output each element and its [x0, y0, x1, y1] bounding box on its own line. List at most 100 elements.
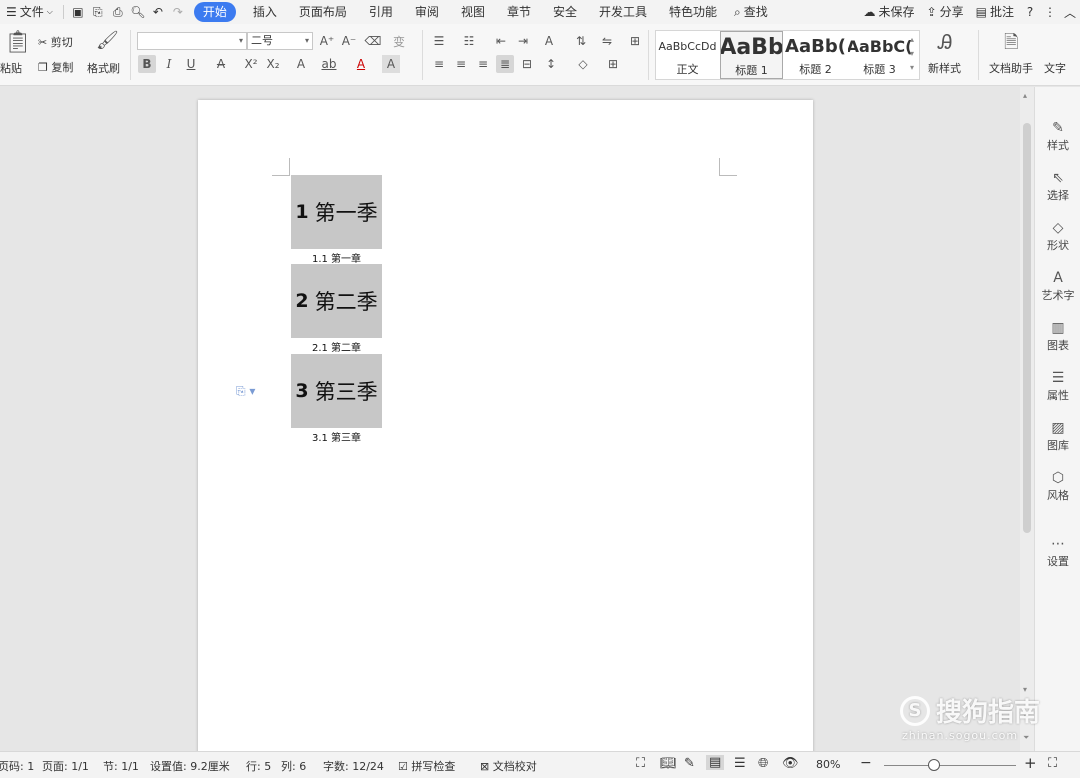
char-shading-icon[interactable]: A — [382, 55, 400, 73]
sub-heading-2[interactable]: 2.1 第二章 — [291, 339, 382, 354]
print-preview-icon[interactable]: 🔍︎ — [128, 2, 148, 22]
spell-check-button[interactable]: ☑ 拼写检查 — [398, 758, 455, 774]
fit-page-icon[interactable]: ⛶ — [1048, 756, 1057, 771]
help-icon[interactable]: ? — [1020, 2, 1040, 22]
highlight-icon[interactable]: ab — [320, 55, 338, 73]
strikethrough-icon[interactable]: A — [212, 55, 230, 73]
fullscreen-icon[interactable]: ⛶ — [636, 756, 645, 771]
status-col[interactable]: 列: 6 — [281, 758, 306, 774]
tab-security[interactable]: 安全 — [542, 2, 588, 22]
style-normal[interactable]: AaBbCcDd 正文 — [656, 31, 719, 79]
font-color-icon[interactable]: A — [352, 55, 370, 73]
superscript-icon[interactable]: X² — [242, 55, 260, 73]
align-right-icon[interactable]: ≡ — [474, 55, 492, 73]
taskpane-select[interactable]: ⇖ 选择 — [1035, 169, 1080, 203]
undo-icon[interactable]: ↶ — [148, 2, 168, 22]
save-icon[interactable]: ▣ — [68, 2, 88, 22]
style-heading-1[interactable]: AaBb 标题 1 — [720, 31, 783, 79]
paste-icon[interactable]: 📋︎ — [4, 30, 32, 55]
phonetic-icon[interactable]: 变 — [390, 32, 408, 50]
align-left-icon[interactable]: ≡ — [430, 55, 448, 73]
bullet-list-icon[interactable]: ☰ — [430, 32, 448, 50]
write-mode-icon[interactable]: ✎ — [684, 756, 695, 771]
taskpane-gallery[interactable]: ▨ 图库 — [1035, 419, 1080, 453]
taskpane-styles[interactable]: ✎ 样式 — [1035, 119, 1080, 153]
unsaved-button[interactable]: ☁ 未保存 — [858, 2, 921, 22]
tab-view[interactable]: 视图 — [450, 2, 496, 22]
collapse-ribbon-icon[interactable]: ︿ — [1060, 2, 1080, 22]
taskpane-theme[interactable]: ⬡ 风格 — [1035, 469, 1080, 503]
format-painter-button[interactable]: 格式刷 — [87, 60, 120, 76]
comment-button[interactable]: ▤ 批注 — [970, 2, 1020, 22]
tab-special-features[interactable]: 特色功能 — [658, 2, 728, 22]
status-setting[interactable]: 设置值: 9.2厘米 — [150, 758, 230, 774]
line-spacing-icon[interactable]: ↕ — [542, 55, 560, 73]
increase-indent-icon[interactable]: ⇥ — [514, 32, 532, 50]
decrease-indent-icon[interactable]: ⇤ — [492, 32, 510, 50]
heading-2[interactable]: 2 第二季 — [291, 264, 382, 338]
sub-heading-1[interactable]: 1.1 第一章 — [291, 250, 382, 265]
taskpane-shapes[interactable]: ◇ 形状 — [1035, 219, 1080, 253]
output-pdf-icon[interactable]: ⎘ — [88, 2, 108, 22]
format-painter-icon[interactable]: 🖌︎ — [96, 30, 119, 51]
sub-heading-3[interactable]: 3.1 第三章 — [291, 429, 382, 444]
table-tool-icon[interactable]: ⊞ — [626, 32, 644, 50]
status-section[interactable]: 节: 1/1 — [103, 758, 139, 774]
distributed-icon[interactable]: ⊟ — [518, 55, 536, 73]
paste-button[interactable]: 粘贴 — [0, 60, 22, 76]
search-button[interactable]: ⌕ 查找 — [728, 2, 774, 22]
status-word-count[interactable]: 字数: 12/24 — [323, 758, 384, 774]
bold-icon[interactable]: B — [138, 55, 156, 73]
doc-assistant-icon[interactable]: 🗎︎ — [1004, 30, 1018, 60]
new-style-icon[interactable]: Ꭿ — [938, 30, 952, 54]
chinese-layout-icon[interactable]: A — [540, 32, 558, 50]
print-icon[interactable]: ⎙ — [108, 2, 128, 22]
eye-protection-icon[interactable]: 👁︎ — [782, 756, 799, 771]
paragraph-layout-icon[interactable]: ⎘ ▾ — [236, 384, 255, 399]
taskpane-settings[interactable]: ⋯ 设置 — [1035, 535, 1080, 569]
document-page[interactable]: 1 第一季 1.1 第一章 2 第二季 2.1 第二章 3 第三季 3.1 第三… — [198, 100, 813, 751]
font-size-select[interactable]: 二号 ▾ — [247, 32, 313, 50]
zoom-slider[interactable] — [884, 765, 1016, 766]
heading-1[interactable]: 1 第一季 — [291, 175, 382, 249]
justify-icon[interactable]: ≣ — [496, 55, 514, 73]
new-style-button[interactable]: 新样式 — [928, 60, 961, 76]
sort-icon[interactable]: ⇅ — [572, 32, 590, 50]
italic-icon[interactable]: I — [160, 55, 178, 73]
redo-icon[interactable]: ↷ — [168, 2, 188, 22]
style-heading-2[interactable]: AaBb( 标题 2 — [784, 31, 847, 79]
scroll-up-icon[interactable]: ▴ — [1023, 91, 1027, 100]
outline-view-icon[interactable]: ☰ — [734, 756, 746, 771]
tab-page-layout[interactable]: 页面布局 — [288, 2, 358, 22]
zoom-in-icon[interactable]: + — [1024, 754, 1037, 772]
tab-chapter[interactable]: 章节 — [496, 2, 542, 22]
tab-review[interactable]: 审阅 — [404, 2, 450, 22]
taskpane-wordart[interactable]: A 艺术字 — [1035, 269, 1080, 303]
status-page[interactable]: 页面: 1/1 — [42, 758, 89, 774]
web-view-icon[interactable]: 🌐︎ — [758, 756, 768, 771]
taskpane-properties[interactable]: ☰ 属性 — [1035, 369, 1080, 403]
decrease-font-icon[interactable]: A⁻ — [340, 32, 358, 50]
tab-insert[interactable]: 插入 — [242, 2, 288, 22]
more-icon[interactable]: ⋮ — [1040, 2, 1060, 22]
numbered-list-icon[interactable]: ☷ — [460, 32, 478, 50]
reading-mode-icon[interactable]: 📖︎ — [660, 756, 677, 771]
clear-format-icon[interactable]: ⌫ — [364, 32, 382, 50]
underline-icon[interactable]: U — [182, 55, 200, 73]
doc-proof-button[interactable]: ⊠ 文档校对 — [480, 758, 537, 774]
taskpane-chart[interactable]: ▥ 图表 — [1035, 319, 1080, 353]
status-row[interactable]: 行: 5 — [246, 758, 271, 774]
subscript-icon[interactable]: X₂ — [264, 55, 282, 73]
show-marks-icon[interactable]: ⇋ — [598, 32, 616, 50]
page-view-icon[interactable]: ▤ — [706, 755, 725, 770]
increase-font-icon[interactable]: A⁺ — [318, 32, 336, 50]
doc-assistant-button[interactable]: 文档助手 — [989, 60, 1033, 76]
status-page-code[interactable]: 页码: 1 — [0, 758, 34, 774]
gallery-scroll-icon[interactable]: ▴ ▾ ▾ — [910, 33, 914, 75]
file-menu[interactable]: ☰ 文件 ⌵ — [0, 2, 59, 22]
cut-button[interactable]: ✂ 剪切 — [38, 34, 73, 50]
tab-developer[interactable]: 开发工具 — [588, 2, 658, 22]
copy-button[interactable]: ❐ 复制 — [38, 59, 73, 75]
zoom-slider-handle[interactable] — [928, 759, 940, 771]
font-name-select[interactable]: ▾ — [137, 32, 247, 50]
